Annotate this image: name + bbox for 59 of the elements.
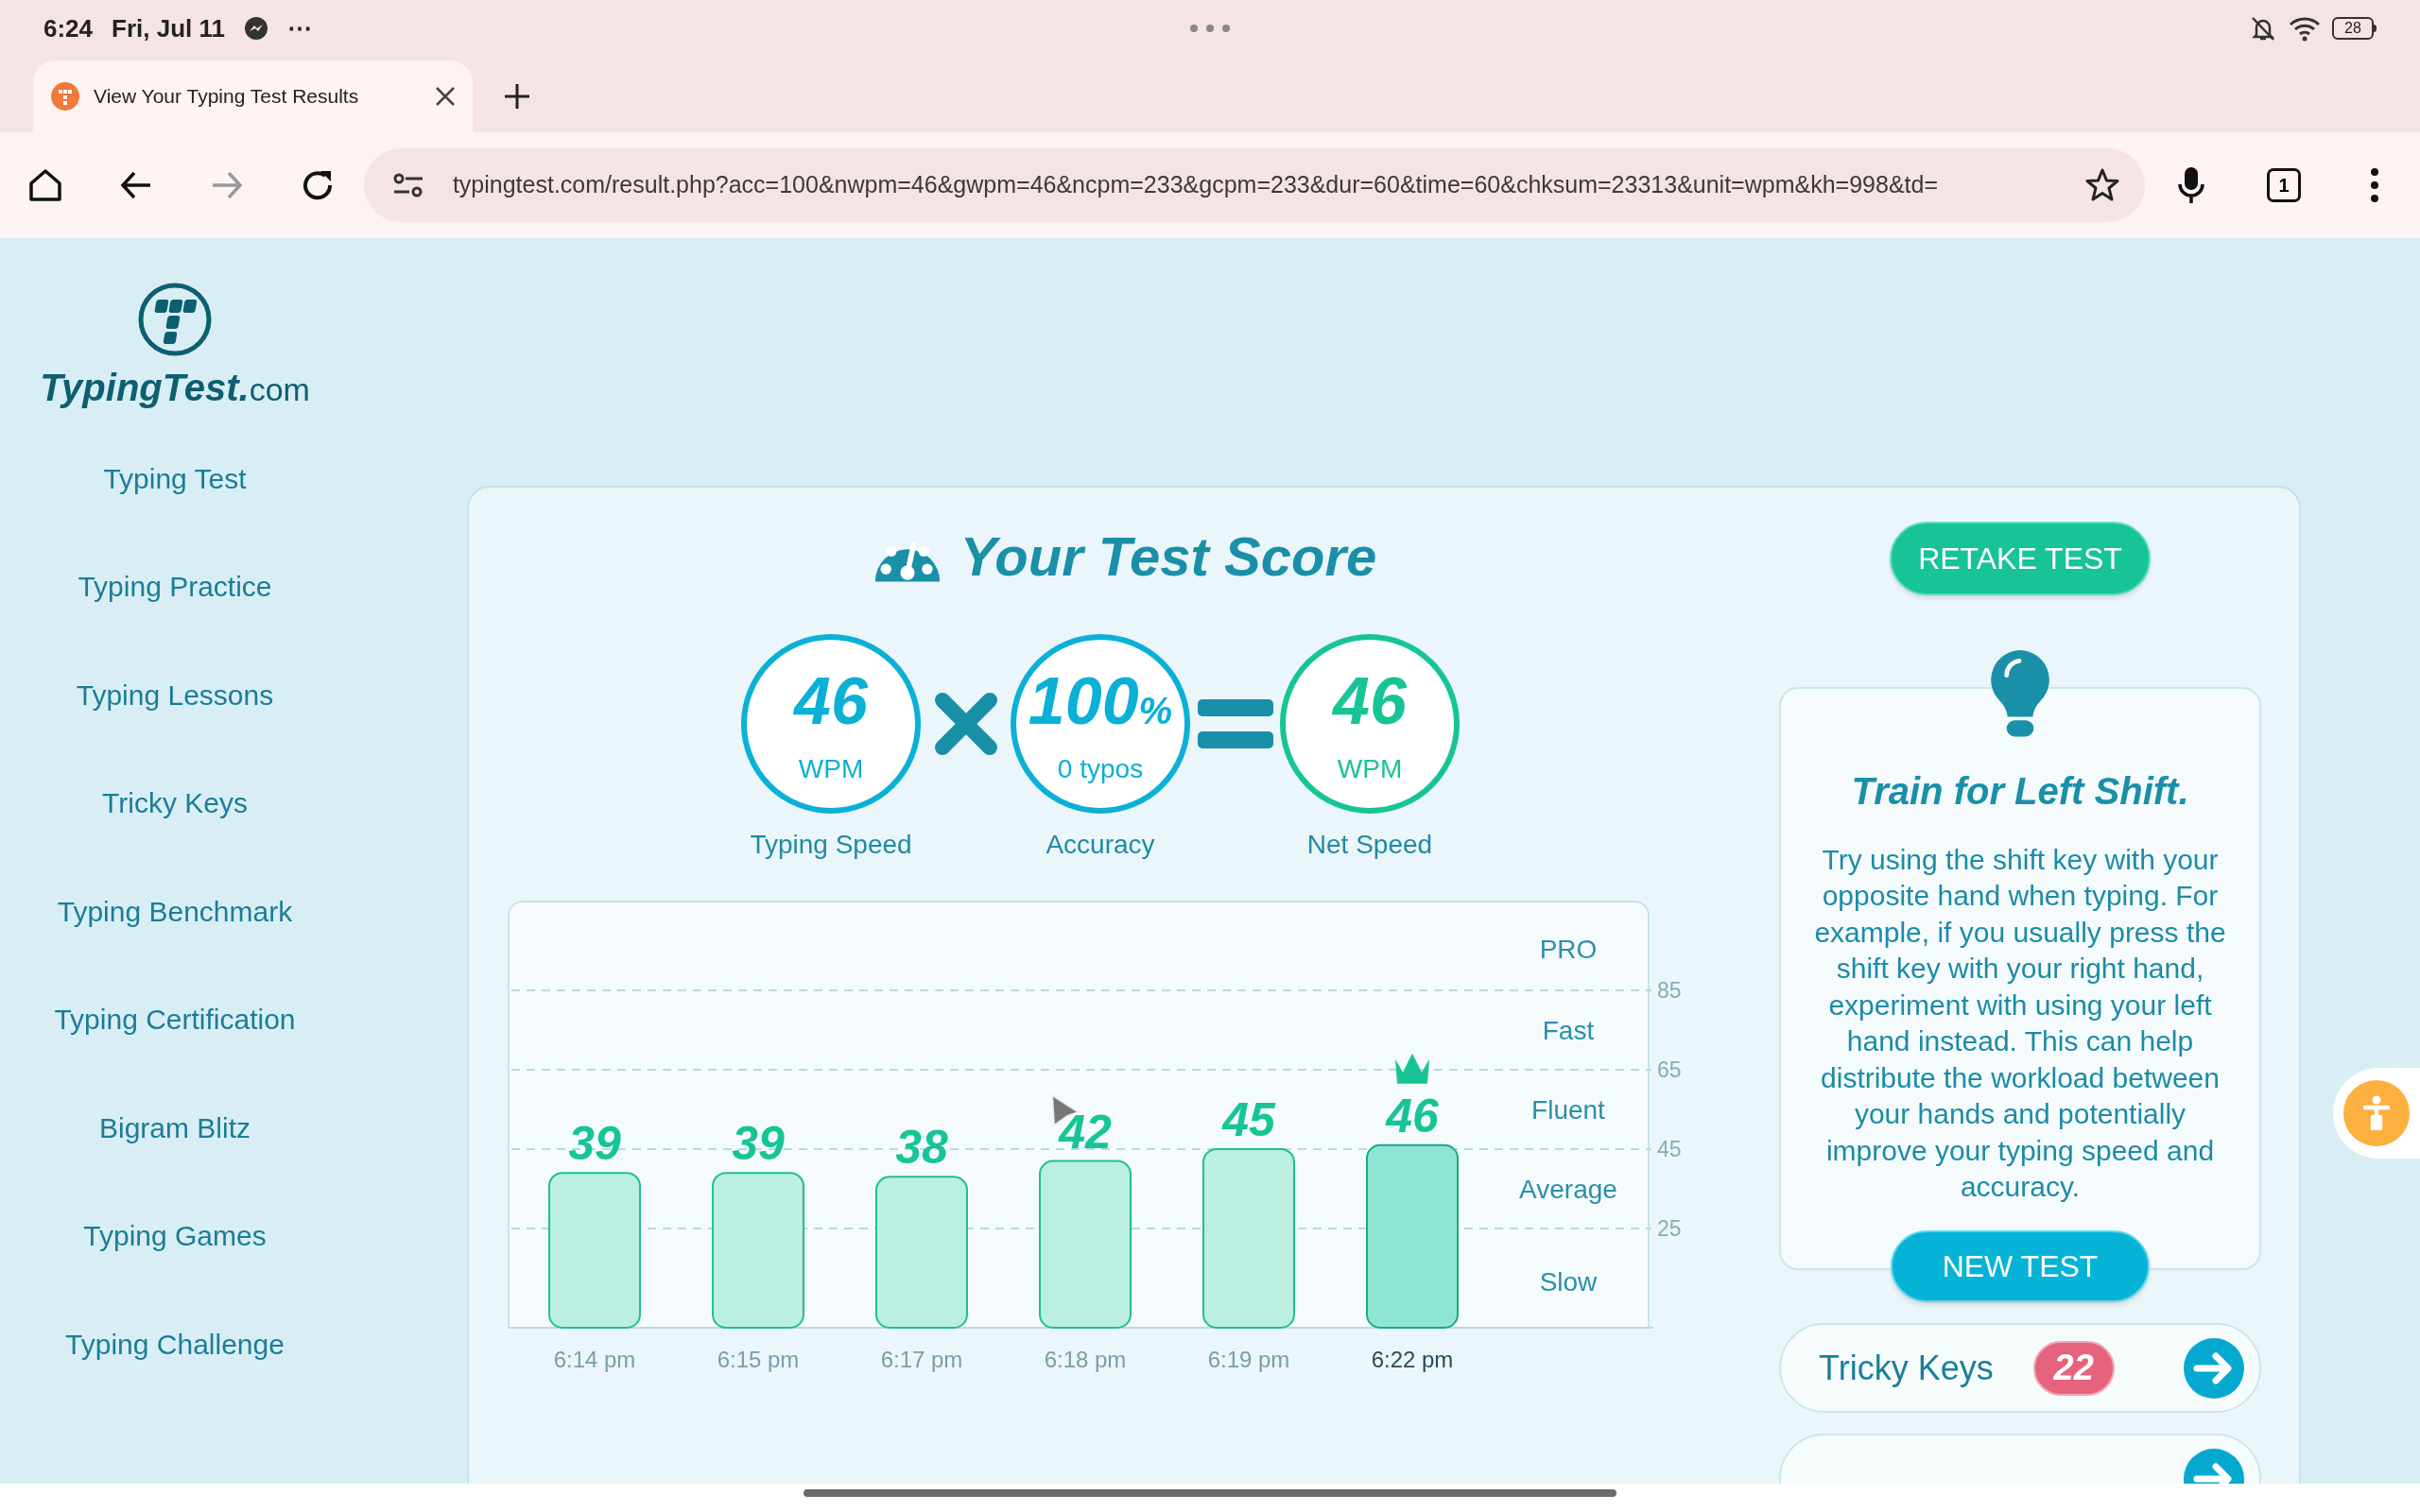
axis-label: 6:19 pm xyxy=(1207,1347,1290,1372)
tick-label: 65 xyxy=(1657,1057,1682,1082)
sidebar-link[interactable]: Typing Certification xyxy=(54,990,296,1048)
wifi-icon xyxy=(2289,15,2321,42)
sidebar-link[interactable]: Typing Games xyxy=(83,1207,267,1264)
retake-test-button[interactable]: RETAKE TEST xyxy=(1890,522,2151,596)
url-text: typingtest.com/result.php?acc=100&nwpm=46&gwpm=46&ncpm=233&gcpm=233&dur=60&time=60&chksum=23313&unit=wpm&kh=998&td= xyxy=(452,170,1939,200)
score-label: Accuracy xyxy=(1046,829,1155,861)
microphone-icon[interactable] xyxy=(2177,165,2206,205)
arrow-right-icon[interactable] xyxy=(2184,1337,2244,1399)
score-unit: WPM xyxy=(1337,753,1403,785)
tick-label: 25 xyxy=(1657,1216,1682,1241)
score-unit: 0 typos xyxy=(1057,753,1144,785)
tick-label: 45 xyxy=(1657,1136,1682,1161)
tricky-keys-link[interactable]: Tricky Keys 22 xyxy=(1779,1323,2261,1413)
multiply-icon xyxy=(932,691,999,757)
home-icon[interactable] xyxy=(26,166,64,204)
close-icon[interactable] xyxy=(435,86,456,107)
axis-label: 6:14 pm xyxy=(553,1347,636,1372)
drag-handle-icon[interactable] xyxy=(1189,24,1231,33)
score-value: 46 xyxy=(1333,668,1407,734)
score-label: Typing Speed xyxy=(750,829,912,861)
score-value: 100% xyxy=(1028,668,1173,734)
logo-icon[interactable] xyxy=(137,282,213,357)
sidebar-link[interactable]: Bigram Blitz xyxy=(98,1099,251,1156)
tip-text: Try using the shift key with your opposite hand when typing. For example, if you usually press the shift key with your right hand, experiment with using your left hand instead. This can help distribute the workload between your hands and potentially improve your typing speed and accuracy. xyxy=(1813,842,2227,1205)
sidebar-link[interactable]: Typing Lessons xyxy=(76,666,274,723)
score-value: 46 xyxy=(794,668,868,734)
clock-time: 6:24 xyxy=(43,12,94,44)
score-label: Net Speed xyxy=(1306,829,1433,861)
new-test-button[interactable]: NEW TEST xyxy=(1891,1229,2150,1302)
count-badge: 22 xyxy=(2032,1340,2115,1396)
sidebar-link[interactable]: Tricky Keys xyxy=(102,774,248,832)
tab-count-button[interactable]: 1 xyxy=(2267,168,2302,202)
sidebar-link[interactable]: Typing Test xyxy=(103,450,247,507)
chat-bubble-icon xyxy=(244,16,268,41)
axis-label: 6:18 pm xyxy=(1044,1347,1127,1372)
new-tab-icon[interactable] xyxy=(503,82,531,111)
bookmark-star-icon[interactable] xyxy=(2084,167,2121,203)
score-title: Your Test Score xyxy=(959,524,1377,589)
more-notifications: ⋯ xyxy=(287,12,312,44)
axis-label: 6:22 pm xyxy=(1371,1347,1454,1372)
browser-tab[interactable]: View Your Typing Test Results xyxy=(33,60,473,132)
site-settings-icon[interactable] xyxy=(391,171,424,199)
sidebar-link[interactable]: Typing Challenge xyxy=(65,1315,285,1372)
logo-text[interactable]: TypingTest.com xyxy=(40,359,310,416)
favicon-icon xyxy=(50,81,80,112)
address-bar[interactable]: typingtest.com/result.php?acc=100&nwpm=46&gwpm=46&ncpm=233&gcpm=233&dur=60&time=60&chksum=23313&unit=wpm&kh=998&td= xyxy=(363,148,2146,222)
tick-label: 85 xyxy=(1657,977,1682,1003)
sidebar-link[interactable]: Typing Practice xyxy=(78,558,272,615)
date-text: Fri, Jul 11 xyxy=(112,12,225,44)
menu-icon[interactable] xyxy=(2370,167,2380,203)
tip-title: Train for Left Shift. xyxy=(1851,768,2189,814)
axis-label: 6:15 pm xyxy=(717,1347,800,1372)
tab-title: View Your Typing Test Results xyxy=(94,84,359,110)
battery-indicator: 28 xyxy=(2332,17,2374,40)
sidebar-link[interactable]: Typing Benchmark xyxy=(57,883,293,939)
axis-label: 6:17 pm xyxy=(880,1347,963,1372)
score-unit: WPM xyxy=(798,753,864,785)
